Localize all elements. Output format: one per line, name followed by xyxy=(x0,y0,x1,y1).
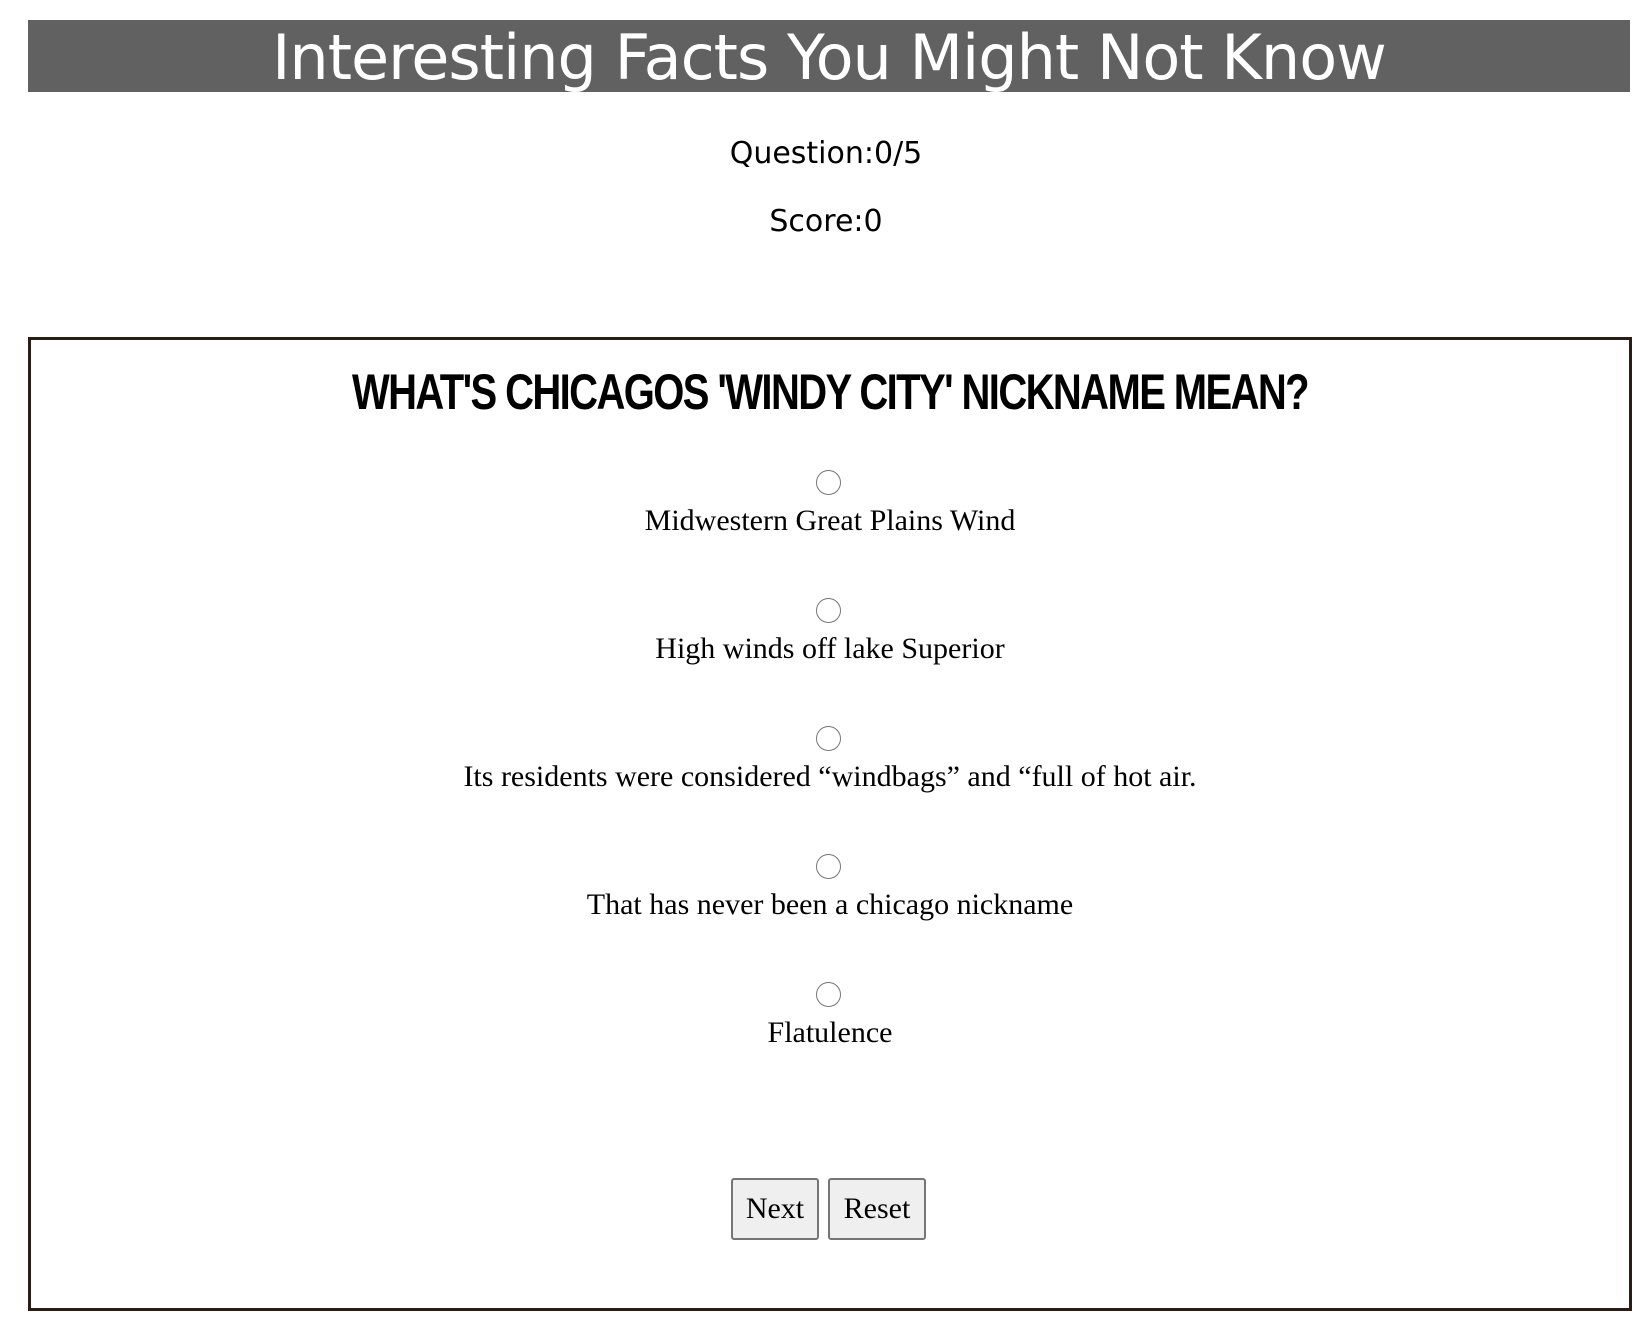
quiz-container: What's chicagos 'windy city' nickname me… xyxy=(28,337,1632,1311)
choice-label-3: Its residents were considered “windbags”… xyxy=(463,760,1197,793)
title-banner: Interesting Facts You Might Not Know xyxy=(28,20,1630,92)
choice-label-4: That has never been a chicago nickname xyxy=(586,888,1074,921)
choice-radio-4[interactable] xyxy=(816,854,841,879)
choice-label-2: High winds off lake Superior xyxy=(655,632,1005,665)
choice-label-1: Midwestern Great Plains Wind xyxy=(644,504,1016,537)
reset-button[interactable]: Reset xyxy=(828,1178,926,1240)
score-counter: Score:0 xyxy=(769,204,883,239)
choice-radio-1[interactable] xyxy=(816,470,841,495)
next-button[interactable]: Next xyxy=(731,1178,819,1240)
choice-radio-2[interactable] xyxy=(816,598,841,623)
choice-radio-5[interactable] xyxy=(816,982,841,1007)
page-title: Interesting Facts You Might Not Know xyxy=(272,21,1387,92)
choice-radio-3[interactable] xyxy=(816,726,841,751)
question-counter: Question:0/5 xyxy=(729,136,923,171)
choice-label-5: Flatulence xyxy=(767,1016,893,1049)
question-text: What's chicagos 'windy city' nickname me… xyxy=(351,364,1310,420)
